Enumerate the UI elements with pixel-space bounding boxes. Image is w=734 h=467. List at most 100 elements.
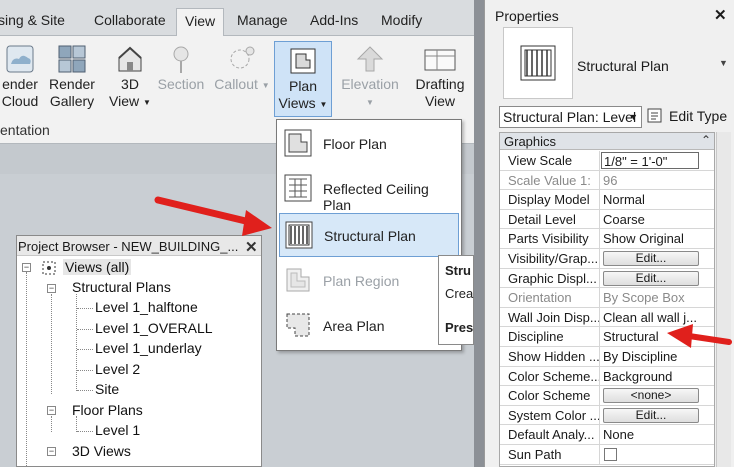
property-value[interactable]: Coarse [603, 212, 713, 227]
property-row-color-scheme: Color Scheme <none> [500, 386, 714, 406]
plan-region-icon [286, 268, 310, 292]
property-row-parts-visibility: Parts Visibility Show Original [500, 229, 714, 249]
menu-item-area-plan[interactable]: Area Plan [279, 304, 459, 348]
tree-item-view[interactable]: Level 1_underlay [95, 340, 202, 356]
chevron-down-icon[interactable]: ▼ [719, 58, 728, 68]
view-scale-field[interactable]: 1/8" = 1'-0" [601, 152, 699, 169]
tree-guide-line [77, 370, 93, 371]
3d-view-label-line2: View [109, 93, 140, 109]
property-value: By Scope Box [603, 290, 685, 306]
system-color-edit-button[interactable]: Edit... [603, 407, 699, 423]
collapse-icon[interactable]: − [22, 263, 31, 272]
property-name: Show Hidden ... [508, 349, 600, 364]
property-name: Discipline [508, 329, 564, 345]
property-row-system-color-schemes: System Color ... Edit... [500, 405, 714, 426]
column-separator [599, 386, 600, 405]
type-thumbnail [503, 27, 573, 99]
property-value[interactable]: Normal [603, 192, 713, 207]
sun-path-checkbox[interactable] [604, 448, 617, 461]
menu-item-floor-plan[interactable]: Floor Plan [279, 122, 459, 166]
graphic-display-edit-button[interactable]: Edit... [603, 270, 699, 286]
property-name: Detail Level [508, 211, 576, 227]
menu-item-structural-plan[interactable]: Structural Plan [279, 213, 459, 257]
type-name: Structural Plan [577, 58, 669, 74]
property-name: System Color ... [508, 407, 600, 423]
property-name: Color Scheme... [508, 368, 600, 384]
column-separator [599, 268, 600, 288]
render-cloud-label-line1: ender [2, 76, 38, 92]
collapse-group-icon[interactable]: ⌃ [701, 133, 711, 147]
drafting-view-button[interactable]: Drafting View [412, 44, 468, 110]
color-scheme-button[interactable]: <none> [603, 388, 699, 404]
property-name: Color Scheme [508, 388, 591, 404]
properties-scrollbar[interactable] [716, 132, 731, 467]
type-selector-dropdown[interactable]: Structural Plan: Level ▼ [499, 106, 642, 128]
properties-grid: Graphics ⌃ View Scale 1/8" = 1'-0" Scale… [499, 132, 715, 467]
property-name: Scale Value 1: [508, 172, 591, 188]
property-name: Graphic Displ... [508, 270, 597, 286]
section-icon [173, 46, 189, 73]
tree-guide-line [77, 431, 93, 432]
menu-item-label: Plan Region [323, 273, 400, 289]
tree-guide-line [77, 349, 93, 350]
edit-type-button[interactable]: Edit Type [647, 106, 731, 128]
3d-view-button[interactable]: 3D View ▼ [108, 44, 152, 111]
group-header-graphics[interactable]: Graphics ⌃ [500, 133, 714, 150]
tree-guide-line [76, 294, 77, 391]
tree-item-3d-views[interactable]: 3D Views [72, 443, 131, 459]
edit-type-label: Edit Type [669, 108, 728, 124]
tree-guide-line [76, 416, 77, 432]
panel-divider[interactable] [474, 0, 484, 467]
column-separator [599, 445, 600, 464]
ribbon-group-label: entation [0, 122, 50, 138]
property-name: Wall Join Disp... [508, 309, 600, 325]
tab-massing-site[interactable]: sing & Site [0, 12, 65, 28]
drafting-view-icon [424, 49, 456, 71]
drafting-view-label-line2: View [424, 93, 456, 109]
tree-item-view[interactable]: Level 1_OVERALL [95, 320, 213, 336]
dropdown-arrow-icon: ▼ [143, 97, 151, 107]
ribbon-area: sing & Site Collaborate View Manage Add-… [0, 0, 474, 467]
render-gallery-button[interactable]: Render Gallery [48, 44, 96, 110]
tree-guide-line [51, 294, 52, 394]
property-value[interactable]: None [603, 427, 713, 442]
collapse-icon[interactable]: − [47, 284, 56, 293]
tree-item-structural-plans[interactable]: Structural Plans [72, 279, 171, 295]
tab-view[interactable]: View [176, 8, 225, 37]
close-icon[interactable]: ✕ [245, 238, 258, 256]
tree-item-views-all[interactable]: Views (all) [63, 259, 132, 275]
tree-item-view[interactable]: Level 1_halftone [95, 299, 198, 315]
plan-views-button[interactable]: Plan Views ▼ [274, 41, 332, 117]
callout-button: Callout ▼ [214, 44, 270, 94]
tab-manage[interactable]: Manage [237, 12, 288, 28]
annotation-arrow-icon [667, 324, 732, 348]
column-separator [599, 190, 600, 209]
tab-modify[interactable]: Modify [381, 12, 422, 28]
menu-item-plan-region: Plan Region [279, 259, 459, 303]
tree-item-floor-plans[interactable]: Floor Plans [72, 402, 143, 418]
tree-item-view[interactable]: Level 2 [95, 361, 140, 377]
tab-collaborate[interactable]: Collaborate [94, 12, 166, 28]
callout-label: Callout [214, 76, 258, 92]
menu-item-reflected-ceiling-plan[interactable]: Reflected Ceiling Plan [279, 167, 459, 213]
menu-item-label: Structural Plan [324, 228, 416, 244]
collapse-icon[interactable]: − [47, 447, 56, 456]
ribbon-tab-bar: sing & Site Collaborate View Manage Add-… [0, 0, 474, 37]
tree-guide-line [77, 390, 93, 391]
tree-guide-line [51, 416, 52, 432]
property-value[interactable]: Show Original [603, 231, 713, 246]
menu-tooltip: Stru Crea Pres [438, 255, 474, 345]
close-icon[interactable]: ✕ [714, 6, 727, 24]
visibility-graphics-edit-button[interactable]: Edit... [603, 251, 699, 266]
property-value[interactable]: Background [603, 369, 713, 384]
tree-guide-line [26, 272, 27, 467]
menu-item-label: Area Plan [323, 318, 385, 334]
collapse-icon[interactable]: − [47, 406, 56, 415]
tree-item-view[interactable]: Level 1 [95, 422, 140, 438]
tree-item-view[interactable]: Site [95, 381, 119, 397]
render-gallery-label-line2: Gallery [49, 93, 95, 109]
render-cloud-button[interactable]: ender Cloud [0, 44, 44, 110]
tab-add-ins[interactable]: Add-Ins [310, 12, 358, 28]
tooltip-footer: Pres [445, 320, 474, 335]
callout-icon [230, 46, 255, 69]
